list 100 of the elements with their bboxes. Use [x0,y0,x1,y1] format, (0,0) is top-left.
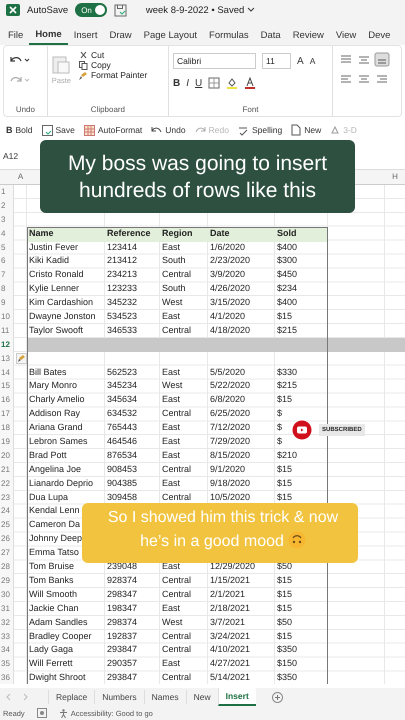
row-header[interactable]: 34 [0,643,14,658]
ribbon-tab[interactable]: Insert [68,26,104,44]
fill-color-icon[interactable] [226,77,238,89]
shape-icon [330,125,340,135]
font-size-field[interactable]: 11 [262,53,292,69]
row-header[interactable]: 24 [0,504,14,520]
table-cell: 6/8/2020 [210,394,246,404]
borders-icon[interactable] [208,77,220,89]
table-cell: $50 [277,561,292,572]
row-header[interactable]: 2 [0,198,14,214]
table-cell: $300 [277,255,298,266]
toolbar-button[interactable]: New [291,124,322,136]
table-cell: Lianardo Deprio [29,478,94,488]
ribbon-tab[interactable]: Review [286,26,330,44]
name-box[interactable]: A12 [3,151,18,161]
row-header[interactable]: 7 [0,268,14,284]
ribbon-tab[interactable]: Draw [103,26,138,44]
autosave-label: AutoSave [27,4,68,16]
row-header[interactable]: 25 [0,518,14,534]
row-header[interactable]: 9 [0,296,14,312]
table-cell: 123233 [107,283,138,294]
ribbon-tab[interactable]: Page Layout [138,26,204,44]
grow-font-button[interactable]: A [297,56,304,66]
document-icon [291,124,302,136]
row-header[interactable]: 35 [0,657,14,672]
row-header[interactable]: 3 [0,212,14,228]
row-header[interactable]: 10 [0,310,14,325]
table-cell: West [162,616,182,627]
shrink-font-button[interactable]: A [310,56,316,66]
ribbon-tab[interactable]: Data [254,26,287,44]
row-header[interactable]: 20 [0,448,14,464]
table-cell: 2/23/2020 [210,255,250,266]
format-painter-button[interactable]: Format Painter [78,70,148,80]
column-header[interactable]: H [385,170,405,184]
underline-button[interactable]: U [195,78,202,88]
table-cell: 765443 [107,422,138,432]
sheet-tab[interactable]: Names [144,690,186,704]
ribbon-tab[interactable]: Deve [362,26,396,44]
table-cell: 3/24/2021 [210,630,250,640]
bold-button[interactable]: B [173,78,180,88]
row-header[interactable]: 11 [0,324,14,339]
row-header[interactable]: 17 [0,407,14,422]
row-header[interactable]: 12 [0,338,14,353]
row-header[interactable]: 8 [0,282,14,298]
save-icon[interactable] [114,4,127,16]
row-header[interactable]: 15 [0,379,14,394]
table-cell: 908453 [107,464,138,474]
copy-button[interactable]: Copy [78,60,148,70]
row-header[interactable]: 1 [0,185,14,200]
table-cell: 293847 [107,672,138,682]
row-header[interactable]: 6 [0,254,14,270]
font-color-icon[interactable] [244,77,256,89]
cut-button[interactable]: Cut [78,50,148,60]
table-cell: East [162,450,180,460]
table-cell: Central [162,269,192,280]
row-header[interactable]: 18 [0,421,14,436]
row-header[interactable]: 30 [0,588,14,603]
row-header[interactable]: 28 [0,560,14,575]
row-header[interactable]: 29 [0,574,14,589]
add-sheet-icon[interactable] [272,692,283,702]
table-cell: $ [277,436,282,446]
table-cell: Central [162,464,192,474]
italic-button[interactable]: I [186,78,190,88]
row-header[interactable]: 19 [0,435,14,450]
toolbar-button[interactable]: B Bold [6,125,33,135]
row-header[interactable]: 26 [0,532,14,548]
ribbon-tab[interactable]: View [330,26,362,44]
row-header[interactable]: 36 [0,671,14,684]
toolbar-button[interactable]: AutoFormat [84,124,142,136]
row-header[interactable]: 13 [0,352,14,367]
row-header[interactable]: 31 [0,602,14,617]
table-cell: Taylor Swooft [29,324,84,335]
toolbar-button[interactable]: Spelling [238,124,282,136]
paintbrush-icon[interactable] [16,352,27,364]
table-cell: 4/1/2020 [210,311,246,322]
row-header[interactable]: 16 [0,393,14,408]
sheet-tab[interactable]: Insert [218,688,256,706]
paintbrush-icon [78,70,88,80]
document-title[interactable]: week 8-9-2022 • Saved [146,4,256,16]
ribbon-tab[interactable]: File [2,26,30,44]
row-header[interactable]: 4 [0,226,14,242]
toolbar-button[interactable]: Save [42,124,75,136]
row-header[interactable]: 27 [0,546,14,562]
row-header[interactable]: 32 [0,616,14,631]
table-cell: 346533 [107,324,138,335]
font-name-field[interactable]: Calibri [173,53,256,69]
table-cell: $ [277,408,282,418]
column-header[interactable]: A [14,170,27,184]
macro-icon[interactable] [36,708,47,718]
ribbon-tab[interactable]: Formulas [203,26,255,44]
toolbar-button[interactable]: Undo [151,124,186,136]
table-cell: Tom Banks [29,574,74,585]
table-cell: Central [162,630,192,640]
sheet-tab[interactable]: Replace [48,690,94,704]
table-cell: 7/12/2020 [210,422,250,432]
sheet-tab[interactable]: Numbers [94,690,144,704]
row-header[interactable]: 21 [0,462,14,478]
row-header[interactable]: 22 [0,476,14,492]
autosave-toggle[interactable]: On [75,3,107,17]
table-cell: 2/1/2021 [210,588,246,599]
